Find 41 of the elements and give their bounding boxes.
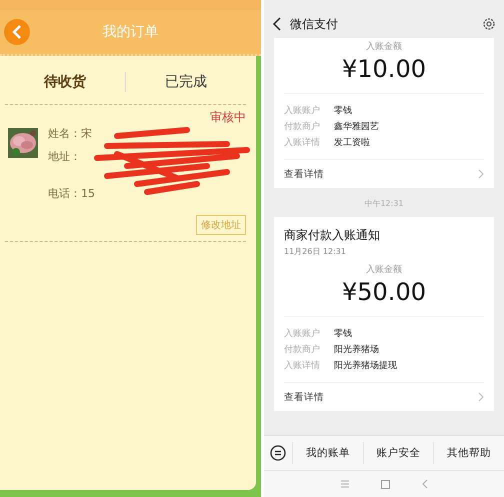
- amount-text: ¥50.00: [284, 278, 484, 317]
- field-label: 入账账户: [284, 104, 321, 117]
- tab[interactable]: 待收货: [5, 72, 125, 92]
- order-status: 审核中: [209, 109, 246, 126]
- field-value: 零钱: [334, 328, 352, 340]
- field-value: 阳光养猪场提现: [334, 360, 397, 372]
- amount-text: ¥10.00: [284, 55, 484, 94]
- menu-item[interactable]: 其他帮助: [433, 442, 504, 464]
- field-value: 阳光养猪场: [334, 344, 379, 356]
- settings-icon[interactable]: [482, 17, 496, 31]
- home-icon[interactable]: [381, 480, 390, 488]
- menu-item[interactable]: 我的账单: [292, 442, 363, 464]
- back-icon[interactable]: [272, 17, 282, 31]
- notice-date: 11月26日 12:31: [284, 246, 347, 257]
- menu-icon[interactable]: [340, 480, 350, 488]
- view-details-link[interactable]: 查看详情: [284, 383, 484, 411]
- field-label: 入账账户: [284, 328, 321, 340]
- field-label: 付款商户: [284, 120, 321, 133]
- field-value: 发工资啦: [334, 136, 370, 149]
- tab[interactable]: 已完成: [126, 72, 246, 92]
- page-title: 我的订单: [102, 23, 160, 41]
- back-button[interactable]: [4, 19, 30, 45]
- field-label: 付款商户: [284, 344, 321, 356]
- menu-item[interactable]: 账户安全: [362, 442, 434, 464]
- chevron-icon: [478, 169, 484, 179]
- address-text: 地址：: [48, 149, 82, 164]
- phone-text: 电话：15: [48, 186, 95, 201]
- field-label: 入账详情: [284, 360, 321, 372]
- back-icon: [11, 25, 23, 39]
- chevron-icon: [478, 392, 484, 402]
- field-value: 零钱: [334, 104, 352, 117]
- view-details-link[interactable]: 查看详情: [284, 160, 484, 188]
- amount-label: 入账金额: [365, 264, 403, 276]
- keyboard-icon[interactable]: [270, 445, 286, 461]
- name-text: 姓名：宋: [48, 126, 93, 141]
- page-title: 微信支付: [290, 16, 339, 32]
- message-time: 中午12:31: [363, 198, 405, 209]
- field-value: 鑫华雅园艺: [334, 120, 379, 133]
- field-label: 入账详情: [284, 136, 321, 149]
- notice-title: 商家付款入账通知: [284, 227, 381, 244]
- amount-label: 入账金额: [365, 40, 403, 53]
